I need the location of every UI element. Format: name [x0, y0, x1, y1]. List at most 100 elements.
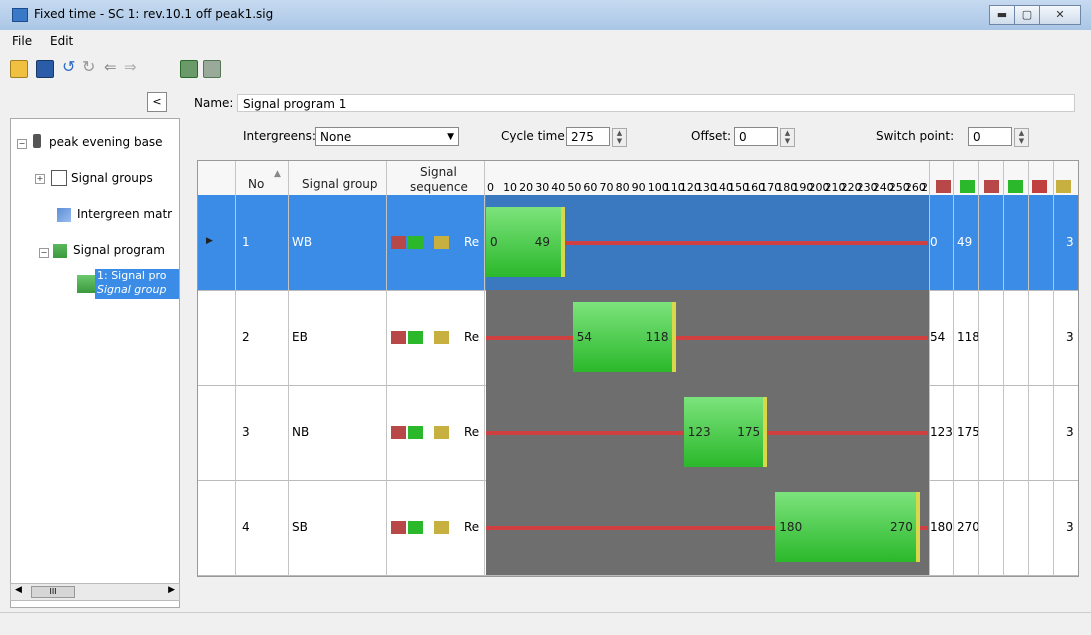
- column-divider: [953, 161, 954, 576]
- green-state-icon: [408, 331, 423, 344]
- ruler-tick-label: 90: [631, 181, 646, 194]
- scroll-thumb[interactable]: III: [31, 586, 75, 598]
- row-signal-group: WB: [292, 235, 313, 249]
- offset-stepper[interactable]: ▲ ▼: [780, 128, 795, 147]
- table-row[interactable]: ▶ 1 WB Re 0 49 0 49 3: [198, 195, 1078, 291]
- forward-icon[interactable]: ⇒: [124, 60, 140, 76]
- ruler-tick-label: 0: [487, 181, 494, 194]
- open-icon[interactable]: [10, 60, 28, 78]
- switch-point-input[interactable]: 0: [968, 127, 1012, 146]
- red-state-icon: [391, 236, 406, 249]
- red-interval-line: [486, 335, 928, 340]
- green-end-value: 270: [957, 520, 980, 534]
- maximize-button[interactable]: ▢: [1014, 5, 1040, 25]
- scroll-right-icon[interactable]: ▶: [168, 585, 175, 595]
- tree-signal-groups[interactable]: Signal groups: [71, 171, 153, 185]
- scroll-left-icon[interactable]: ◀: [15, 585, 22, 595]
- green-start-label: 180: [779, 520, 803, 534]
- cycle-time-input[interactable]: 275: [566, 127, 610, 146]
- row-signal-group: SB: [292, 520, 308, 534]
- ruler-tick-label: 80: [615, 181, 630, 194]
- intergreens-select[interactable]: None ▼: [315, 127, 459, 146]
- tree-expander[interactable]: −: [39, 248, 49, 258]
- green-start-label: 123: [687, 425, 711, 439]
- intergreen-icon: [57, 208, 71, 222]
- tree-selected-item[interactable]: 1: Signal pro Signal group: [95, 269, 179, 299]
- tree-expander[interactable]: −: [17, 139, 27, 149]
- green-end-header-icon: [1008, 180, 1023, 193]
- redo-icon[interactable]: ↻: [82, 59, 98, 76]
- amber-header-icon: [1056, 180, 1071, 193]
- green-interval-bar[interactable]: [486, 207, 565, 277]
- row-number: 3: [242, 425, 250, 439]
- collapse-panel-button[interactable]: <: [147, 92, 167, 112]
- green-start-value: 54: [930, 330, 946, 344]
- ruler-tick-label: 60: [583, 181, 598, 194]
- col-header-sequence-2: sequence: [410, 180, 468, 194]
- amber-state-icon: [434, 521, 449, 534]
- green-state-icon: [408, 426, 423, 439]
- switch-point-stepper[interactable]: ▲ ▼: [1014, 128, 1029, 147]
- tree-expander[interactable]: +: [35, 174, 45, 184]
- red-state-icon: [391, 426, 406, 439]
- cycle-time-stepper[interactable]: ▲ ▼: [612, 128, 627, 147]
- table-row[interactable]: 2 EB Re 54 118 54 118 3: [198, 290, 1078, 386]
- app-icon: [12, 8, 28, 22]
- ruler-tick-label: 50: [567, 181, 582, 194]
- back-icon[interactable]: ⇐: [104, 60, 120, 76]
- switch-point-label: Switch point:: [876, 129, 955, 143]
- table-row[interactable]: 3 NB Re 123 175 123 175 3: [198, 385, 1078, 481]
- menu-file[interactable]: File: [12, 34, 32, 48]
- col-header-no[interactable]: No: [248, 177, 264, 191]
- green-start-value: 0: [930, 235, 938, 249]
- navigation-tree: − peak evening base + Signal groups Inte…: [10, 118, 180, 608]
- amber-state-icon: [434, 236, 449, 249]
- ruler-tick-label: 70: [599, 181, 614, 194]
- signal-view-icon[interactable]: [180, 60, 198, 78]
- green-state-icon: [408, 521, 423, 534]
- red-header-icon: [936, 180, 951, 193]
- tree-signal-program[interactable]: Signal program: [73, 243, 165, 257]
- ruler-tick-label: 20: [519, 181, 534, 194]
- min-red-header-icon: [1032, 180, 1047, 193]
- offset-input[interactable]: 0: [734, 127, 778, 146]
- column-divider: [1053, 161, 1054, 576]
- ruler-tick-label: 10: [503, 181, 518, 194]
- sequence-label: Re: [464, 520, 480, 534]
- signal-program-table: No ▲ Signal group Signal sequence 0 10 20 3…: [197, 160, 1079, 577]
- window-title: Fixed time - SC 1: rev.10.1 off peak1.si…: [34, 7, 274, 21]
- save-icon[interactable]: [36, 60, 54, 78]
- table-row[interactable]: 4 SB Re 180 270 180 270 3: [198, 480, 1078, 576]
- col-header-sequence[interactable]: Signal: [420, 165, 457, 179]
- ruler-tick-label: 30: [535, 181, 550, 194]
- column-divider: [235, 161, 236, 576]
- green-end-value: 49: [957, 235, 973, 249]
- tree-root[interactable]: peak evening base: [49, 135, 163, 149]
- minimize-button[interactable]: ▬: [989, 5, 1015, 25]
- timing-view-icon[interactable]: [203, 60, 221, 78]
- green-start-value: 180: [930, 520, 953, 534]
- signal-program-item-icon: [77, 275, 95, 293]
- green-start-label: 54: [576, 330, 593, 344]
- sequence-label: Re: [464, 330, 480, 344]
- undo-icon[interactable]: ↺: [62, 59, 78, 76]
- column-divider: [978, 161, 979, 576]
- name-label: Name:: [194, 96, 234, 110]
- tree-intergreen-matrix[interactable]: Intergreen matr: [77, 207, 172, 221]
- tree-horizontal-scrollbar[interactable]: ◀ III ▶: [10, 583, 180, 601]
- green-end-label: 175: [737, 425, 761, 439]
- row-signal-group: EB: [292, 330, 308, 344]
- red-state-icon: [391, 521, 406, 534]
- offset-label: Offset:: [691, 129, 732, 143]
- ruler-tick-label: 40: [551, 181, 566, 194]
- close-button[interactable]: ✕: [1039, 5, 1081, 25]
- column-divider: [386, 161, 387, 576]
- amber-duration-value: 3: [1066, 235, 1074, 249]
- menu-bar: File Edit: [0, 30, 1091, 54]
- col-header-signal-group[interactable]: Signal group: [302, 177, 378, 191]
- menu-edit[interactable]: Edit: [50, 34, 73, 48]
- column-divider: [288, 161, 289, 576]
- toolbar: ↺ ↻ ⇐ ⇒: [0, 54, 1091, 84]
- column-divider: [929, 161, 930, 576]
- name-input[interactable]: Signal program 1: [237, 94, 1075, 112]
